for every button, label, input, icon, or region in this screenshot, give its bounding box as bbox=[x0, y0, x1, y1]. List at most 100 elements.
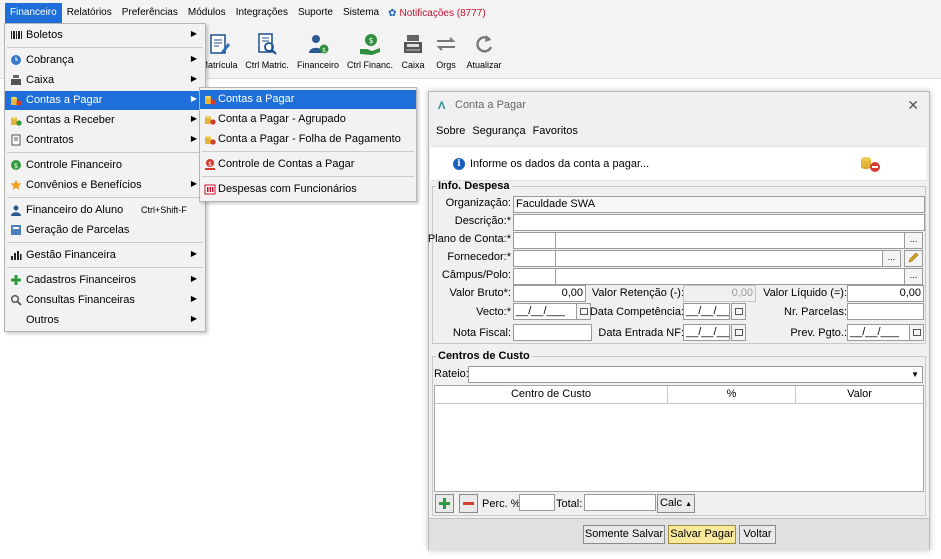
data-entrada-nf-calendar-icon[interactable] bbox=[731, 324, 746, 341]
menu-item-consultas-financeiras[interactable]: Consultas Financeiras ▶ bbox=[5, 291, 205, 310]
organizacao-field[interactable]: Faculdade SWA bbox=[513, 196, 925, 213]
remove-row-button[interactable] bbox=[459, 494, 478, 513]
plano-conta-desc-field[interactable] bbox=[555, 232, 905, 249]
user-money-icon: $ bbox=[306, 32, 330, 56]
dialog-menu-favoritos[interactable]: Favoritos bbox=[526, 121, 578, 141]
chevron-right-icon: ▶ bbox=[190, 314, 197, 323]
menu-item-convenios-beneficios[interactable]: Convênios e Benefícios ▶ bbox=[5, 176, 205, 195]
dialog-menu-sobre[interactable]: Sobre bbox=[429, 121, 465, 141]
menu-item-geracao-parcelas[interactable]: Geração de Parcelas bbox=[5, 221, 205, 240]
submenu-item-contas-a-pagar[interactable]: Contas a Pagar bbox=[200, 90, 416, 109]
vecto-field[interactable]: __/__/___ bbox=[513, 303, 577, 320]
fornecedor-search-button[interactable]: ... bbox=[882, 250, 901, 267]
menu-relatorios[interactable]: Relatórios bbox=[62, 3, 117, 23]
submenu-item-conta-a-pagar-folha[interactable]: Conta a Pagar - Folha de Pagamento bbox=[200, 130, 416, 149]
document-search-icon bbox=[255, 32, 279, 56]
menu-suporte[interactable]: Suporte bbox=[293, 3, 338, 23]
descricao-field[interactable] bbox=[513, 214, 925, 231]
financeiro-menu: Boletos ▶ Cobrança ▶ Caixa ▶ Contas a Pa… bbox=[4, 23, 206, 332]
valor-bruto-field[interactable]: 0,00 bbox=[513, 285, 586, 302]
nr-parcelas-field[interactable] bbox=[847, 303, 924, 320]
menu-item-gestao-financeira[interactable]: Gestão Financeira ▶ bbox=[5, 246, 205, 265]
menu-financeiro[interactable]: Financeiro bbox=[5, 3, 62, 23]
column-header-centro-custo[interactable]: Centro de Custo bbox=[435, 386, 668, 403]
toolbar-ctrl-matric-button[interactable]: Ctrl Matric. bbox=[242, 32, 292, 70]
valor-retencao-field[interactable]: 0,00 bbox=[683, 285, 756, 302]
plano-conta-code-field[interactable] bbox=[513, 232, 557, 249]
prev-pgto-calendar-icon[interactable] bbox=[909, 324, 924, 341]
close-icon[interactable]: ✕ bbox=[907, 97, 919, 114]
menu-item-contas-a-receber[interactable]: Contas a Receber ▶ bbox=[5, 111, 205, 130]
submenu-item-conta-a-pagar-agrupado[interactable]: Conta a Pagar - Agrupado bbox=[200, 110, 416, 129]
valor-bruto-label: Valor Bruto*: bbox=[449, 287, 511, 299]
toolbar-ctrl-matric-label: Ctrl Matric. bbox=[245, 60, 289, 70]
clock-icon bbox=[10, 54, 22, 66]
somente-salvar-button[interactable]: Somente Salvar bbox=[583, 525, 665, 544]
menu-modulos[interactable]: Módulos bbox=[183, 3, 231, 23]
menu-item-contratos-label: Contratos bbox=[26, 134, 74, 146]
menu-integracoes[interactable]: Integrações bbox=[231, 3, 293, 23]
coins-remove-icon bbox=[858, 150, 882, 174]
menu-item-boletos-label: Boletos bbox=[26, 29, 63, 41]
menu-item-cobranca[interactable]: Cobrança ▶ bbox=[5, 51, 205, 70]
menu-separator bbox=[7, 197, 203, 198]
info-icon: i bbox=[453, 158, 465, 170]
toolbar-financeiro-button[interactable]: $ Financeiro bbox=[293, 32, 343, 70]
fornecedor-code-field[interactable] bbox=[513, 250, 557, 267]
toolbar-atualizar-label: Atualizar bbox=[466, 60, 502, 70]
menu-item-controle-financeiro[interactable]: $ Controle Financeiro bbox=[5, 156, 205, 175]
menu-item-cobranca-label: Cobrança bbox=[26, 54, 74, 66]
submenu-item-controle-contas-a-pagar-label: Controle de Contas a Pagar bbox=[218, 158, 355, 170]
submenu-item-conta-a-pagar-agrupado-label: Conta a Pagar - Agrupado bbox=[218, 113, 346, 125]
menu-item-caixa[interactable]: Caixa ▶ bbox=[5, 71, 205, 90]
campus-polo-desc-field[interactable] bbox=[555, 268, 905, 285]
data-competencia-calendar-icon[interactable] bbox=[731, 303, 746, 320]
menu-item-cadastros-financeiros[interactable]: Cadastros Financeiros ▶ bbox=[5, 271, 205, 290]
menu-item-contas-a-pagar[interactable]: Contas a Pagar ▶ bbox=[5, 91, 205, 110]
barcode-icon bbox=[10, 29, 22, 41]
dialog-menu-seguranca[interactable]: Segurança bbox=[465, 121, 525, 141]
menu-item-cadastros-financeiros-label: Cadastros Financeiros bbox=[26, 274, 137, 286]
voltar-button[interactable]: Voltar bbox=[739, 525, 776, 544]
centros-custo-table[interactable]: Centro de Custo % Valor bbox=[434, 385, 924, 492]
refresh-icon bbox=[472, 32, 496, 56]
toolbar-atualizar-button[interactable]: Atualizar bbox=[459, 32, 509, 70]
pencil-icon bbox=[908, 252, 919, 263]
fornecedor-desc-field[interactable] bbox=[555, 250, 883, 267]
column-header-percent[interactable]: % bbox=[668, 386, 796, 403]
contas-a-pagar-submenu: Contas a Pagar Conta a Pagar - Agrupado … bbox=[199, 87, 417, 202]
chevron-right-icon: ▶ bbox=[190, 74, 197, 83]
calc-button[interactable]: Calc ▲ bbox=[657, 494, 695, 513]
add-row-button[interactable] bbox=[435, 494, 454, 513]
menu-item-financeiro-do-aluno-shortcut: Ctrl+Shift-F bbox=[141, 205, 187, 215]
menu-item-financeiro-do-aluno[interactable]: Financeiro do Aluno Ctrl+Shift-F bbox=[5, 201, 205, 220]
campus-polo-search-button[interactable]: ... bbox=[904, 268, 923, 285]
menu-preferencias[interactable]: Preferências bbox=[117, 3, 183, 23]
rateio-select[interactable]: ▼ bbox=[468, 366, 923, 383]
valor-liquido-field[interactable]: 0,00 bbox=[847, 285, 924, 302]
plano-conta-search-button[interactable]: ... bbox=[904, 232, 923, 249]
notifications-link[interactable]: ✿ Notificações (8777) bbox=[388, 8, 486, 19]
menu-item-boletos[interactable]: Boletos ▶ bbox=[5, 26, 205, 45]
bar-chart-icon bbox=[10, 249, 22, 261]
vecto-calendar-icon[interactable] bbox=[576, 303, 591, 320]
menu-sistema[interactable]: Sistema bbox=[338, 3, 384, 23]
submenu-item-controle-contas-a-pagar[interactable]: $ Controle de Contas a Pagar bbox=[200, 155, 416, 174]
menu-item-outros[interactable]: Outros ▶ bbox=[5, 311, 205, 330]
search-icon bbox=[10, 294, 22, 306]
submenu-item-despesas-funcionarios[interactable]: Despesas com Funcionários bbox=[200, 180, 416, 199]
fornecedor-edit-button[interactable] bbox=[904, 250, 923, 267]
chevron-right-icon: ▶ bbox=[190, 54, 197, 63]
column-header-valor[interactable]: Valor bbox=[796, 386, 923, 403]
data-entrada-nf-field[interactable]: __/__/___ bbox=[683, 324, 730, 341]
data-competencia-field[interactable]: __/__/___ bbox=[683, 303, 730, 320]
nota-fiscal-field[interactable] bbox=[513, 324, 592, 341]
menu-item-contratos[interactable]: Contratos ▶ bbox=[5, 131, 205, 150]
menu-separator bbox=[7, 242, 203, 243]
prev-pgto-field[interactable]: __/__/___ bbox=[847, 324, 910, 341]
salvar-pagar-button[interactable]: Salvar Pagar bbox=[668, 525, 736, 544]
chevron-up-icon: ▲ bbox=[685, 501, 692, 508]
perc-field[interactable] bbox=[519, 494, 555, 511]
total-field[interactable] bbox=[584, 494, 656, 511]
campus-polo-code-field[interactable] bbox=[513, 268, 557, 285]
